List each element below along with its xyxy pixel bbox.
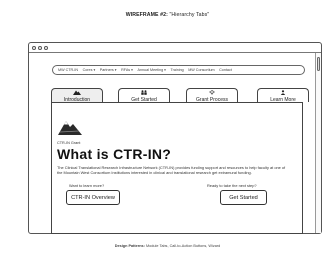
nav-item-mw-consortium[interactable]: MW Consortium: [188, 68, 214, 72]
nav-item-rfas[interactable]: RFAs ▾: [121, 68, 133, 72]
content-description: The Clinical Translational Research Infr…: [57, 165, 286, 175]
tab-get-started[interactable]: Get Started: [118, 88, 170, 103]
scrollbar-thumb[interactable]: [317, 57, 320, 71]
user-icon: [258, 90, 308, 97]
site-navbar: MW CTR-IN Cores ▾ Partners ▾ RFAs ▾ Annu…: [52, 65, 305, 75]
nav-item-home[interactable]: MW CTR-IN: [58, 68, 78, 72]
tab-learn-more[interactable]: Learn More: [257, 88, 309, 103]
window-maximize-dot[interactable]: [44, 45, 48, 50]
wireframe-title: WIREFRAME #2: "Hierarchy Tabs": [0, 12, 335, 18]
hierarchy-tabs: Introduction Get Started Grant Process L…: [51, 88, 309, 103]
learn-more-prompt: Want to learn more?: [69, 183, 105, 188]
nav-item-training[interactable]: Training: [171, 68, 184, 72]
tab-panel-introduction: CTR-IN Grant What is CTR-IN? The Clinica…: [51, 102, 303, 234]
mountain-icon: [52, 90, 102, 97]
nav-item-cores[interactable]: Cores ▾: [83, 68, 96, 72]
ctr-in-overview-button[interactable]: CTR-IN Overview: [66, 190, 120, 205]
ctr-in-logo: [57, 118, 83, 136]
browser-chrome: [29, 43, 321, 53]
wireframe-subtitle: "Hierarchy Tabs": [169, 12, 210, 18]
lightbulb-icon: [187, 90, 237, 97]
tab-grant-process[interactable]: Grant Process: [186, 88, 238, 103]
design-patterns-text: Module Tabs, Call-to-Action Buttons, Wiz…: [146, 244, 221, 248]
wireframe-title-label: WIREFRAME #2:: [125, 12, 168, 18]
next-step-prompt: Ready to take the next step?: [207, 183, 257, 188]
browser-window: MW CTR-IN Cores ▾ Partners ▾ RFAs ▾ Annu…: [28, 42, 322, 234]
people-icon: [119, 90, 169, 97]
get-started-button[interactable]: Get Started: [220, 190, 267, 205]
nav-item-partners[interactable]: Partners ▾: [100, 68, 117, 72]
window-minimize-dot[interactable]: [38, 45, 42, 50]
nav-item-contact[interactable]: Contact: [219, 68, 232, 72]
content-eyebrow: CTR-IN Grant: [57, 141, 81, 145]
tab-introduction[interactable]: Introduction: [51, 88, 103, 103]
nav-item-annual-meeting[interactable]: Annual Meeting ▾: [138, 68, 167, 72]
design-patterns-label: Design Patterns:: [114, 244, 145, 248]
window-close-dot[interactable]: [32, 45, 36, 50]
vertical-scrollbar[interactable]: [315, 53, 321, 233]
page-headline: What is CTR-IN?: [57, 146, 172, 162]
design-patterns-caption: Design Patterns: Module Tabs, Call-to-Ac…: [0, 244, 335, 248]
